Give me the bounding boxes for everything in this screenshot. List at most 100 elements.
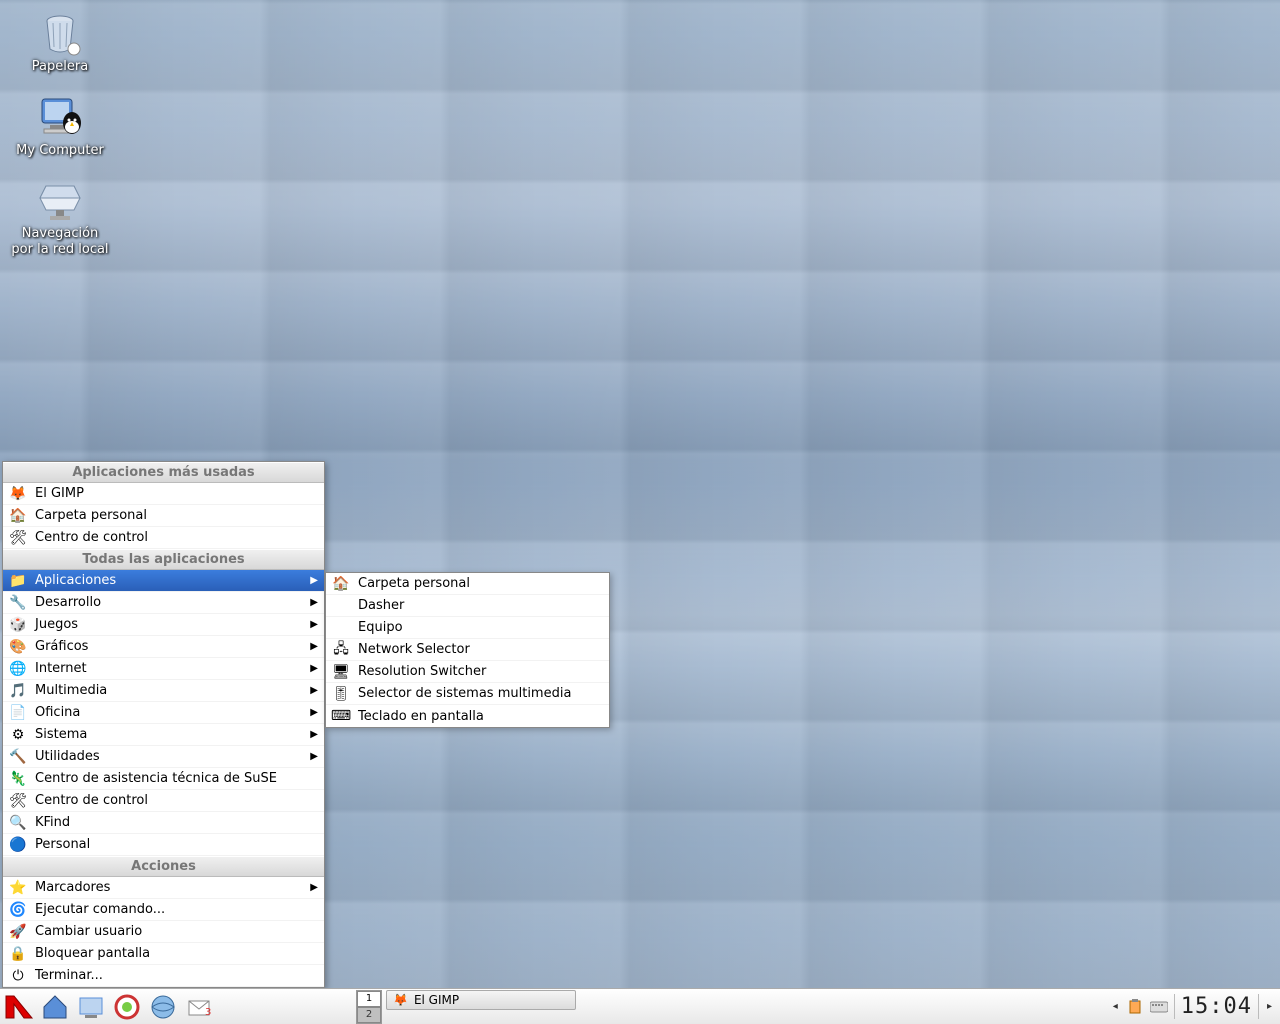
menu-item-label: Network Selector	[358, 642, 603, 657]
menu-item-internet[interactable]: 🌐 Internet ▶	[3, 658, 324, 680]
menu-item-sistema[interactable]: ⚙ Sistema ▶	[3, 724, 324, 746]
network-browse-icon	[36, 176, 84, 224]
svg-text:3: 3	[205, 1007, 211, 1018]
submenu-arrow-icon: ▶	[310, 663, 318, 674]
submenu-arrow-icon: ▶	[310, 619, 318, 630]
menu-item-kfind[interactable]: 🔍 KFind	[3, 812, 324, 834]
menu-item-label: Centro de control	[35, 793, 318, 808]
menu-item-control-center-2[interactable]: 🛠 Centro de control	[3, 790, 324, 812]
office-icon: 📄	[9, 704, 27, 722]
menu-item-label: Aplicaciones	[35, 573, 310, 588]
menu-item-utilidades[interactable]: 🔨 Utilidades ▶	[3, 746, 324, 768]
submenu-item-multimedia-selector[interactable]: 🎚 Selector de sistemas multimedia	[326, 683, 609, 705]
submenu-item-network-selector[interactable]: 🖧 Network Selector	[326, 639, 609, 661]
klipper-icon[interactable]	[1126, 998, 1144, 1016]
menu-item-label: Selector de sistemas multimedia	[358, 686, 603, 701]
menu-item-label: Personal	[35, 837, 318, 852]
menu-item-label: Sistema	[35, 727, 310, 742]
menu-item-gimp[interactable]: 🦊 El GIMP	[3, 483, 324, 505]
resolution-icon: 🖥	[332, 663, 350, 681]
menu-item-suse-help[interactable]: 🦎 Centro de asistencia técnica de SuSE	[3, 768, 324, 790]
menu-item-label: Dasher	[358, 598, 603, 613]
desktop-icon-label: Papelera	[32, 59, 88, 75]
menu-item-juegos[interactable]: 🎲 Juegos ▶	[3, 614, 324, 636]
submenu-arrow-icon: ▶	[310, 707, 318, 718]
quick-help-icon[interactable]	[110, 990, 144, 1024]
tray-expand-right-icon[interactable]: ▸	[1265, 1001, 1274, 1012]
quick-launch: 3	[0, 990, 216, 1024]
submenu-aplicaciones: 🏠 Carpeta personal Dasher Equipo 🖧 Netwo…	[325, 572, 610, 728]
suse-icon: 🦎	[9, 770, 27, 788]
menu-item-lock-screen[interactable]: 🔒 Bloquear pantalla	[3, 943, 324, 965]
submenu-item-home[interactable]: 🏠 Carpeta personal	[326, 573, 609, 595]
menu-item-label: Desarrollo	[35, 595, 310, 610]
menu-item-label: Resolution Switcher	[358, 664, 603, 679]
menu-item-label: Centro de asistencia técnica de SuSE	[35, 771, 318, 786]
blank-icon	[332, 597, 350, 615]
quick-desktop-icon[interactable]	[74, 990, 108, 1024]
my-computer-icon	[36, 93, 84, 141]
menu-item-bookmarks[interactable]: ⭐ Marcadores ▶	[3, 877, 324, 899]
quick-mail-icon[interactable]: 3	[182, 990, 216, 1024]
menu-item-label: Oficina	[35, 705, 310, 720]
home-icon: 🏠	[9, 507, 27, 525]
quick-browser-icon[interactable]	[146, 990, 180, 1024]
control-icon: 🛠	[9, 529, 27, 547]
menu-item-aplicaciones[interactable]: 📁 Aplicaciones ▶	[3, 570, 324, 592]
quick-home-icon[interactable]	[38, 990, 72, 1024]
search-icon: 🔍	[9, 814, 27, 832]
multimedia-icon: 🎵	[9, 682, 27, 700]
start-button[interactable]	[2, 990, 36, 1024]
gimp-icon: 🦊	[9, 485, 27, 503]
menu-item-label: Juegos	[35, 617, 310, 632]
submenu-item-equipo[interactable]: Equipo	[326, 617, 609, 639]
taskbar-task-gimp[interactable]: 🦊 El GIMP	[386, 990, 576, 1010]
apps-icon: 📁	[9, 572, 27, 590]
bookmark-icon: ⭐	[9, 879, 27, 897]
menu-item-logout[interactable]: ⏻ Terminar...	[3, 965, 324, 987]
submenu-item-resolution-switcher[interactable]: 🖥 Resolution Switcher	[326, 661, 609, 683]
menu-item-run-command[interactable]: 🌀 Ejecutar comando...	[3, 899, 324, 921]
menu-item-label: Bloquear pantalla	[35, 946, 318, 961]
pager-desktop-2[interactable]: 2	[357, 1007, 381, 1023]
keyboard-indicator-icon[interactable]	[1150, 998, 1168, 1016]
desktop-icon-my-computer[interactable]: My Computer	[0, 93, 120, 159]
menu-item-label: Centro de control	[35, 530, 318, 545]
submenu-arrow-icon: ▶	[310, 575, 318, 586]
personal-icon: 🔵	[9, 836, 27, 854]
menu-item-switch-user[interactable]: 🚀 Cambiar usuario	[3, 921, 324, 943]
desktop-icon-trash[interactable]: Papelera	[0, 9, 120, 75]
menu-item-control-center[interactable]: 🛠 Centro de control	[3, 527, 324, 549]
menu-item-oficina[interactable]: 📄 Oficina ▶	[3, 702, 324, 724]
run-icon: 🌀	[9, 901, 27, 919]
keyboard-icon: ⌨	[332, 707, 350, 725]
submenu-arrow-icon: ▶	[310, 751, 318, 762]
submenu-item-onscreen-keyboard[interactable]: ⌨ Teclado en pantalla	[326, 705, 609, 727]
taskbar: 3 1 2 🦊 El GIMP ◂ 15:04 ▸	[0, 988, 1280, 1024]
menu-item-label: Multimedia	[35, 683, 310, 698]
system-icon: ⚙	[9, 726, 27, 744]
menu-item-home[interactable]: 🏠 Carpeta personal	[3, 505, 324, 527]
dev-icon: 🔧	[9, 594, 27, 612]
task-label: El GIMP	[414, 993, 459, 1007]
submenu-arrow-icon: ▶	[310, 685, 318, 696]
menu-header-actions: Acciones	[3, 856, 324, 877]
submenu-item-dasher[interactable]: Dasher	[326, 595, 609, 617]
menu-item-label: Utilidades	[35, 749, 310, 764]
menu-item-graficos[interactable]: 🎨 Gráficos ▶	[3, 636, 324, 658]
tray-expand-left-icon[interactable]: ◂	[1111, 1001, 1120, 1012]
menu-item-multimedia[interactable]: 🎵 Multimedia ▶	[3, 680, 324, 702]
submenu-arrow-icon: ▶	[310, 641, 318, 652]
pager-desktop-1[interactable]: 1	[357, 991, 381, 1007]
menu-item-personal[interactable]: 🔵 Personal	[3, 834, 324, 856]
desktop-icons-area: Papelera My Computer	[0, 5, 120, 275]
menu-item-desarrollo[interactable]: 🔧 Desarrollo ▶	[3, 592, 324, 614]
menu-item-label: Teclado en pantalla	[358, 709, 603, 724]
menu-item-label: Carpeta personal	[358, 576, 603, 591]
menu-header-most-used: Aplicaciones más usadas	[3, 462, 324, 483]
taskbar-clock[interactable]: 15:04	[1174, 994, 1259, 1019]
desktop-icon-network[interactable]: Navegación por la red local	[0, 176, 120, 257]
menu-item-label: Terminar...	[35, 968, 318, 983]
menu-item-label: Internet	[35, 661, 310, 676]
menu-header-all-apps: Todas las aplicaciones	[3, 549, 324, 570]
